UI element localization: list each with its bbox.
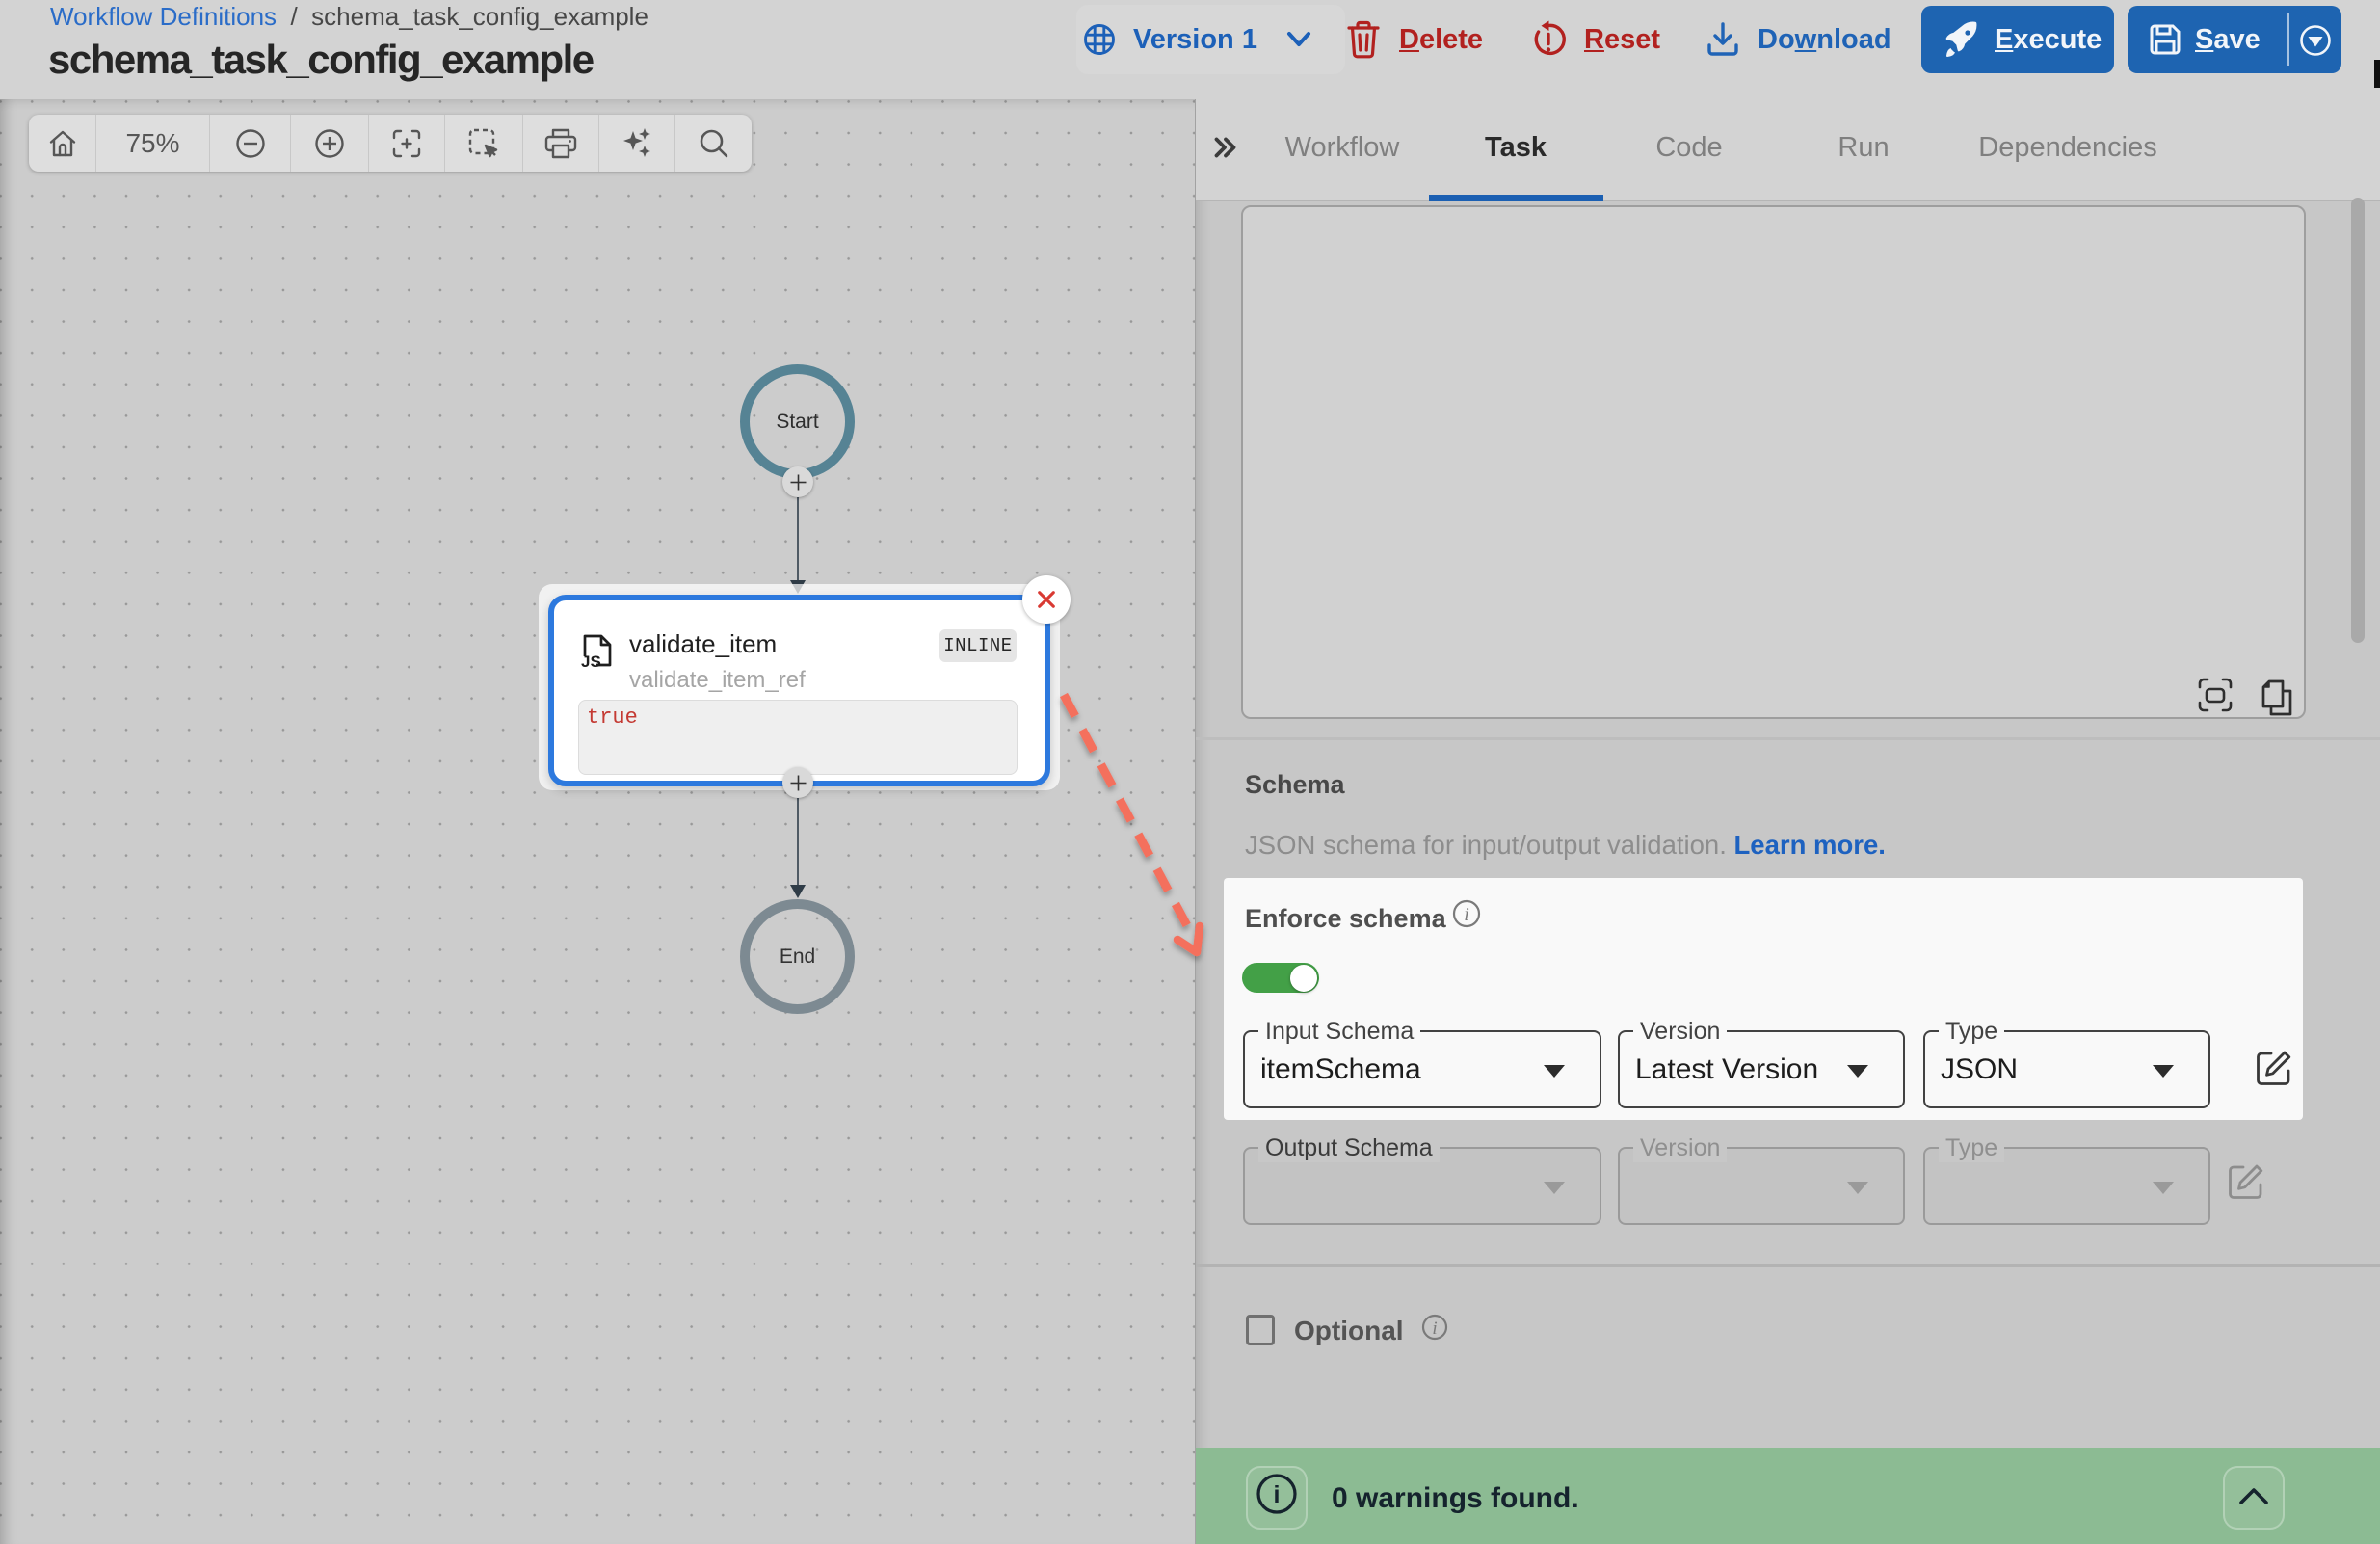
svg-text:i: i xyxy=(1464,904,1469,925)
svg-text:JS: JS xyxy=(581,652,601,669)
svg-text:i: i xyxy=(1432,1318,1437,1339)
svg-text:i: i xyxy=(1274,1481,1281,1508)
